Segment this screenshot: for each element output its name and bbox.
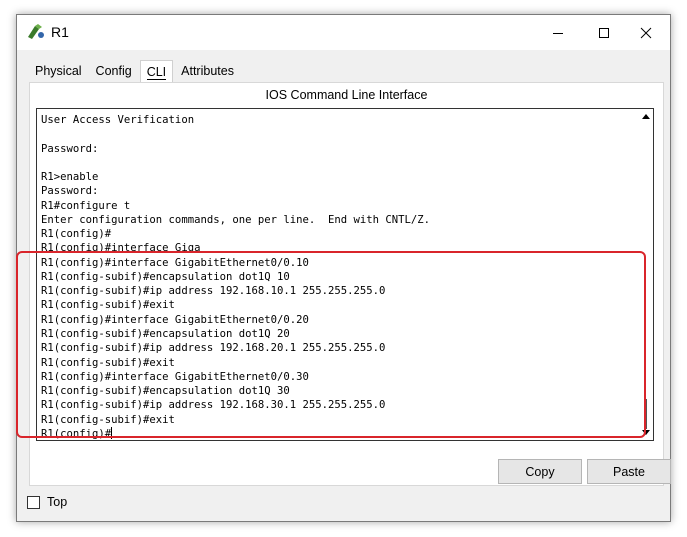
tab-config[interactable]: Config <box>90 60 138 82</box>
terminal-line: R1(config-subif)#ip address 192.168.20.1… <box>41 342 386 355</box>
terminal-line: R1(config-subif)#ip address 192.168.30.1… <box>41 399 386 412</box>
scroll-down-icon[interactable] <box>642 430 650 435</box>
terminal-line: User Access Verification <box>41 114 195 126</box>
paste-button[interactable]: Paste <box>587 459 671 484</box>
close-icon <box>640 27 652 38</box>
tab-label: Physical <box>35 64 82 78</box>
tab-label: Config <box>95 64 132 78</box>
top-checkbox-label: Top <box>47 495 68 509</box>
terminal-line: R1(config)#interface Giga <box>41 242 201 255</box>
terminal-line: R1(config-subif)#encapsulation dot1Q 20 <box>41 327 290 340</box>
tab-cli[interactable]: CLI <box>139 60 174 82</box>
cli-terminal[interactable]: User Access Verification Password: R1>enab… <box>36 108 654 441</box>
tab-label: CLI <box>146 65 167 80</box>
tab-attributes[interactable]: Attributes <box>175 60 240 82</box>
terminal-output[interactable]: User Access Verification Password: R1>enab… <box>41 113 639 441</box>
terminal-line: R1#configure t <box>41 199 131 212</box>
router-window: R1 Physical Config CLI Attributes IOS Co… <box>16 14 671 522</box>
terminal-line: R1>enable <box>41 171 99 184</box>
terminal-line: R1(config)#interface GigabitEthernet0/0.… <box>41 313 309 326</box>
copy-button[interactable]: Copy <box>498 459 582 484</box>
terminal-line: Password: <box>41 185 99 198</box>
tab-label: Attributes <box>181 64 234 78</box>
terminal-line: R1(config-subif)#exit <box>41 413 175 426</box>
minimize-icon <box>553 32 563 34</box>
text-cursor <box>111 426 113 439</box>
window-title: R1 <box>51 24 69 40</box>
terminal-line: Enter configuration commands, one per li… <box>41 213 431 226</box>
terminal-line: R1(config)# <box>41 426 113 440</box>
maximize-icon <box>599 27 609 38</box>
minimize-button[interactable] <box>535 15 581 50</box>
terminal-line: R1(config-subif)#ip address 192.168.10.1… <box>41 285 386 298</box>
terminal-line: R1(config-subif)#encapsulation dot1Q 30 <box>41 385 290 398</box>
terminal-line: R1(config-subif)#exit <box>41 356 175 369</box>
scroll-up-icon[interactable] <box>642 114 650 119</box>
terminal-line: R1(config)#interface GigabitEthernet0/0.… <box>41 256 309 269</box>
cli-panel: IOS Command Line Interface User Access V… <box>29 82 671 486</box>
terminal-line: R1(config-subif)#exit <box>41 299 175 312</box>
terminal-line: R1(config-subif)#encapsulation dot1Q 10 <box>41 270 290 283</box>
terminal-line: R1(config)#interface GigabitEthernet0/0.… <box>41 370 309 383</box>
top-checkbox[interactable] <box>27 496 40 509</box>
tab-bar: Physical Config CLI Attributes <box>29 60 670 82</box>
router-app-icon <box>28 24 44 39</box>
tab-physical[interactable]: Physical <box>29 60 88 82</box>
terminal-scrollbar[interactable] <box>640 109 653 440</box>
window-footer: Top <box>17 492 670 522</box>
title-bar[interactable]: R1 <box>17 15 670 50</box>
cli-header: IOS Command Line Interface <box>265 88 428 102</box>
terminal-line: Password: <box>41 142 99 155</box>
close-button[interactable] <box>623 15 669 50</box>
scroll-thumb[interactable] <box>646 399 647 429</box>
terminal-line: R1(config)# <box>41 228 112 241</box>
maximize-button[interactable] <box>581 15 627 50</box>
